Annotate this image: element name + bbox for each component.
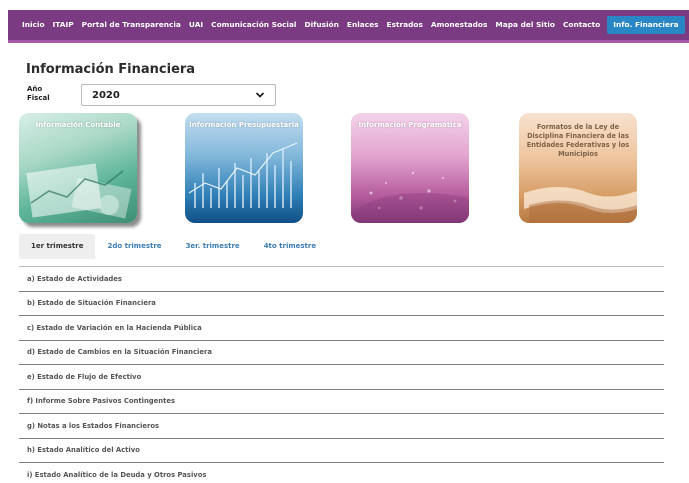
card-informacion-contable[interactable]: Información Contable [19, 113, 137, 223]
list-item[interactable]: i) Estado Analítico de la Deuda y Otros … [19, 462, 664, 483]
nav-item-contacto[interactable]: Contacto [559, 16, 604, 34]
list-item[interactable]: a) Estado de Actividades [19, 266, 664, 291]
nav-item-amonestados[interactable]: Amonestados [427, 16, 491, 34]
statements-list: a) Estado de Actividades b) Estado de Si… [19, 266, 664, 483]
list-item[interactable]: e) Estado de Flujo de Efectivo [19, 364, 664, 389]
nav-item-portal-transparencia[interactable]: Portal de Transparencia [78, 16, 185, 34]
top-navigation: Inicio ITAIP Portal de Transparencia UAI… [8, 10, 689, 40]
list-item[interactable]: b) Estado de Situación Financiera [19, 290, 664, 316]
nav-item-enlaces[interactable]: Enlaces [343, 16, 383, 34]
nav-item-mapa-sitio[interactable]: Mapa del Sitio [491, 16, 559, 34]
card-formatos-ldf[interactable]: Formatos de la Ley de Disciplina Financi… [519, 113, 637, 223]
card-label: Formatos de la Ley de Disciplina Financi… [526, 123, 630, 158]
nav-item-uai[interactable]: UAI [185, 16, 207, 34]
card-label: Información Programática [358, 121, 462, 129]
list-item[interactable]: f) Informe Sobre Pasivos Contingentes [19, 388, 664, 414]
chevron-down-icon [255, 92, 265, 98]
fiscal-year-value: 2020 [92, 89, 120, 101]
quarter-tabs: 1er trimestre 2do trimestre 3er. trimest… [19, 234, 328, 259]
nav-item-itaip[interactable]: ITAIP [49, 16, 78, 34]
tab-1er-trimestre[interactable]: 1er trimestre [19, 234, 96, 259]
nav-underline [8, 40, 689, 43]
list-item[interactable]: c) Estado de Variación en la Hacienda Pú… [19, 315, 664, 340]
card-informacion-presupuestaria[interactable]: Información Presupuestaria [185, 113, 303, 223]
tab-4to-trimestre[interactable]: 4to trimestre [252, 234, 328, 259]
nav-item-info-financiera[interactable]: Info. Financiera [607, 16, 685, 34]
nav-item-inicio[interactable]: Inicio [18, 16, 49, 34]
tab-3er-trimestre[interactable]: 3er. trimestre [174, 234, 252, 259]
list-item[interactable]: d) Estado de Cambios en la Situación Fin… [19, 339, 664, 365]
list-item[interactable]: h) Estado Analítico del Activo [19, 437, 664, 463]
list-item[interactable]: g) Notas a los Estados Financieros [19, 413, 664, 438]
card-label: Información Contable [35, 121, 121, 129]
card-informacion-programatica[interactable]: Información Programática [351, 113, 469, 223]
tab-2do-trimestre[interactable]: 2do trimestre [95, 234, 173, 259]
fiscal-year-select[interactable]: 2020 [81, 84, 276, 106]
nav-item-comunicacion-social[interactable]: Comunicación Social [207, 16, 300, 34]
card-label: Información Presupuestaria [189, 121, 299, 129]
nav-item-difusion[interactable]: Difusión [300, 16, 342, 34]
page-title: Información Financiera [26, 62, 196, 77]
year-label: Año Fiscal [27, 85, 50, 102]
nav-item-estrados[interactable]: Estrados [383, 16, 427, 34]
